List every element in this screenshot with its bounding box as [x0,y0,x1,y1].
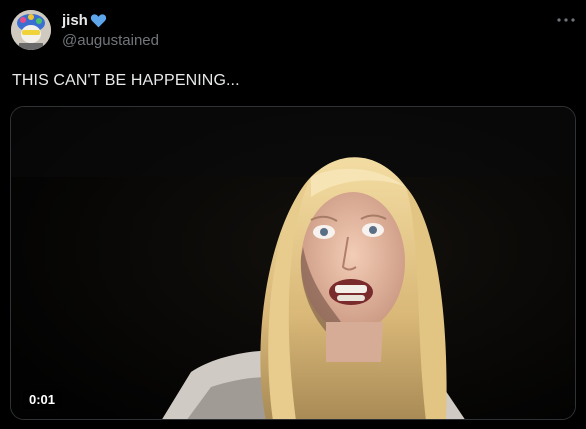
tweet-text: THIS CAN'T BE HAPPENING... [12,72,240,89]
avatar-image [11,10,51,50]
avatar[interactable] [11,10,51,50]
display-name-text: jish [62,12,88,29]
video-frame [11,107,575,419]
more-horizontal-icon [557,18,575,22]
more-options-button[interactable] [556,10,576,30]
video-player[interactable]: 0:01 [10,106,576,420]
display-name[interactable]: jish [62,12,107,29]
blue-heart-icon [90,14,106,28]
video-timestamp: 0:01 [23,390,62,409]
user-handle[interactable]: @augustained [62,32,159,49]
